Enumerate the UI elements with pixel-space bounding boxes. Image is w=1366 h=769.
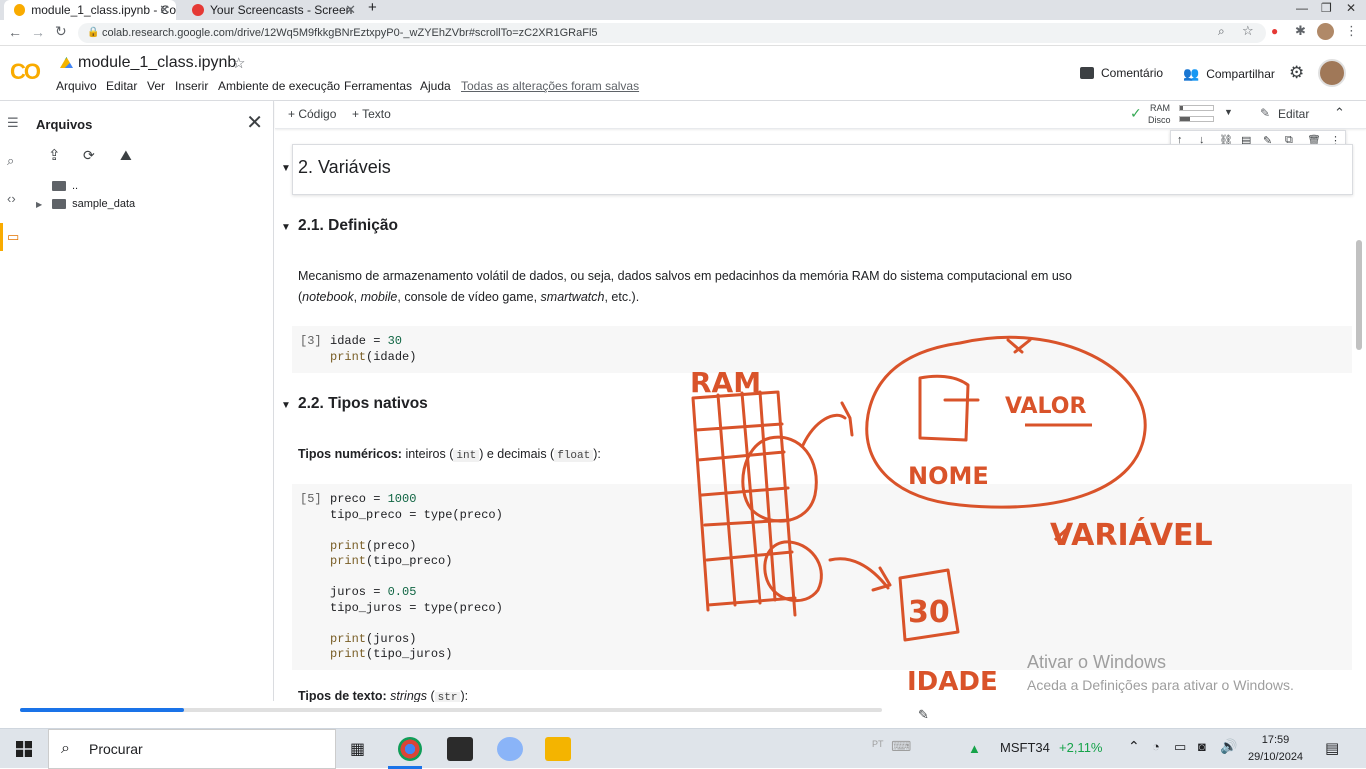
keyboard-layout-icon[interactable]: PT bbox=[872, 739, 884, 749]
taskbar-clock[interactable]: 17:59 29/10/2024 bbox=[1248, 732, 1303, 766]
stock-change[interactable]: +2,11% bbox=[1059, 740, 1103, 755]
search-placeholder: Procurar bbox=[89, 741, 143, 757]
stock-trend-icon: ▲ bbox=[968, 741, 981, 756]
video-progress-fill bbox=[20, 708, 184, 712]
pen-tool-icon[interactable]: ✎ bbox=[918, 707, 929, 723]
value-box-drawing bbox=[918, 374, 980, 442]
ram-grid-drawing bbox=[691, 390, 797, 617]
show-hidden-icons-icon[interactable]: ⌃ bbox=[1128, 738, 1140, 755]
stock-ticker[interactable]: MSFT34 bbox=[1000, 740, 1050, 755]
video-progress-bar[interactable] bbox=[20, 708, 882, 712]
wifi-icon[interactable]: ◔ bbox=[1152, 739, 1160, 754]
age-label-ink: IDADE bbox=[907, 667, 998, 697]
battery-icon[interactable]: ▭ bbox=[1174, 739, 1186, 755]
file-explorer-icon[interactable] bbox=[545, 737, 571, 761]
clock-date: 29/10/2024 bbox=[1248, 751, 1304, 763]
terminal-app-icon[interactable] bbox=[447, 737, 473, 761]
search-icon: ⌕ bbox=[61, 740, 70, 757]
ram-label-ink: RAM bbox=[690, 366, 761, 399]
paint-app-icon[interactable] bbox=[497, 737, 523, 761]
value-30-ink: 30 bbox=[908, 595, 950, 630]
volume-icon[interactable]: 🔊 bbox=[1220, 738, 1237, 755]
taskbar-search-box[interactable]: ⌕ Procurar bbox=[48, 729, 336, 769]
clock-time: 17:59 bbox=[1261, 734, 1290, 746]
memory-cell-circle bbox=[741, 435, 818, 523]
windows-start-icon[interactable] bbox=[16, 741, 32, 757]
keyboard-icon[interactable]: ⌨ bbox=[891, 738, 911, 755]
activation-watermark-text: Aceda a Definições para ativar o Windows… bbox=[1027, 677, 1294, 693]
value-label-ink: VALOR bbox=[1005, 394, 1086, 419]
task-view-icon[interactable]: ▦ bbox=[350, 739, 365, 759]
arrow-to-variable bbox=[801, 401, 854, 447]
windows-taskbar: ⌕ Procurar ▦ PT ⌨ ▲ MSFT34 +2,11% ⌃ ◔ ▭ … bbox=[0, 728, 1366, 769]
activation-watermark-title: Ativar o Windows bbox=[1027, 652, 1167, 672]
camera-icon[interactable]: ◙ bbox=[1198, 739, 1206, 754]
ellipse-tail bbox=[1006, 338, 1032, 354]
notifications-icon[interactable]: ▤ bbox=[1325, 739, 1339, 757]
variable-label-ink: VARIÁVEL bbox=[1050, 517, 1213, 553]
chrome-app-icon[interactable] bbox=[398, 737, 422, 761]
name-label-ink: NOME bbox=[908, 462, 989, 490]
arrow-to-value bbox=[828, 557, 892, 592]
